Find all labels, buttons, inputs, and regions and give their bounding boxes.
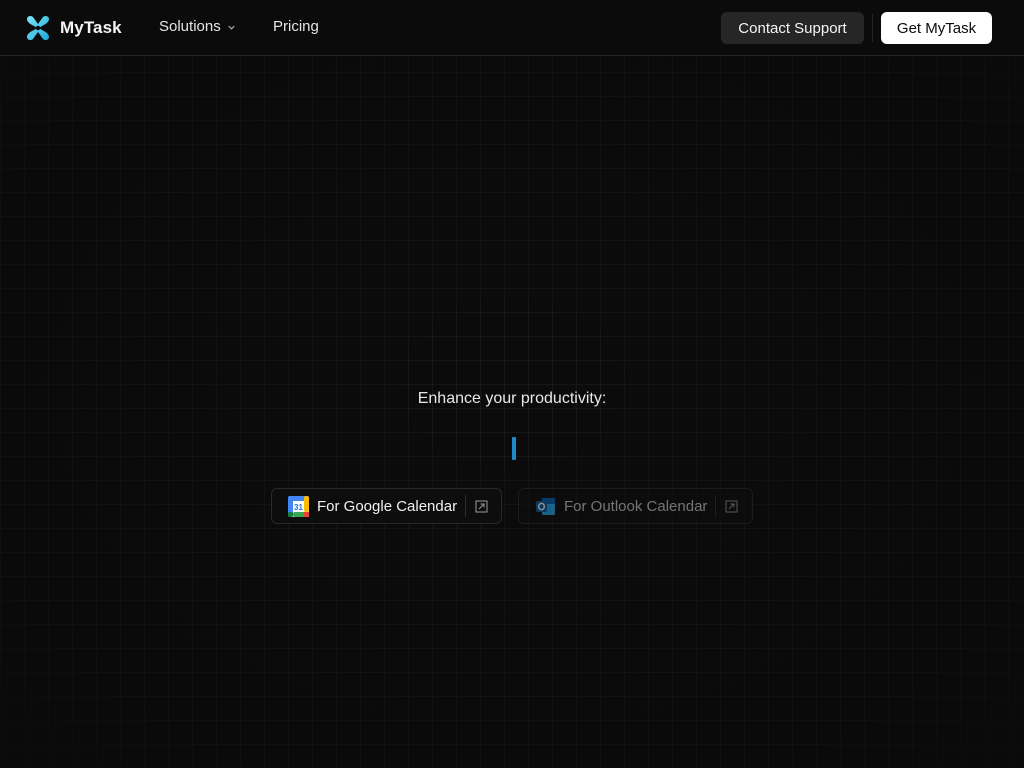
google-calendar-label: For Google Calendar [317, 497, 458, 515]
top-navbar: MyTask Solutions Pricing Contact Support… [0, 0, 1024, 56]
nav-solutions-dropdown[interactable]: Solutions [159, 18, 236, 35]
svg-text:31: 31 [294, 503, 303, 512]
mytask-logo-icon [27, 15, 49, 41]
google-calendar-button[interactable]: 31 For Google Calendar [271, 488, 502, 524]
brand-link[interactable]: MyTask [24, 14, 122, 42]
button-separator [715, 495, 717, 517]
brand-name: MyTask [60, 18, 122, 37]
landing-page: MyTask Solutions Pricing Contact Support… [0, 0, 1024, 768]
nav-pricing-label: Pricing [273, 18, 319, 35]
typing-cursor [512, 437, 516, 460]
chevron-down-icon [228, 25, 235, 30]
external-link-icon [475, 500, 488, 512]
nav-pricing-link[interactable]: Pricing [273, 18, 319, 35]
external-link-icon [725, 500, 738, 512]
outlook-icon [536, 497, 555, 515]
outlook-calendar-label: For Outlook Calendar [564, 497, 708, 515]
outlook-calendar-button[interactable]: For Outlook Calendar [518, 488, 753, 524]
button-separator [465, 495, 467, 517]
google-calendar-icon: 31 [288, 495, 309, 517]
contact-support-button[interactable]: Contact Support [721, 12, 864, 44]
get-mytask-button[interactable]: Get MyTask [881, 12, 992, 44]
nav-solutions-label: Solutions [159, 18, 221, 35]
header-divider [872, 14, 873, 42]
hero-headline: Enhance your productivity: [417, 390, 607, 407]
